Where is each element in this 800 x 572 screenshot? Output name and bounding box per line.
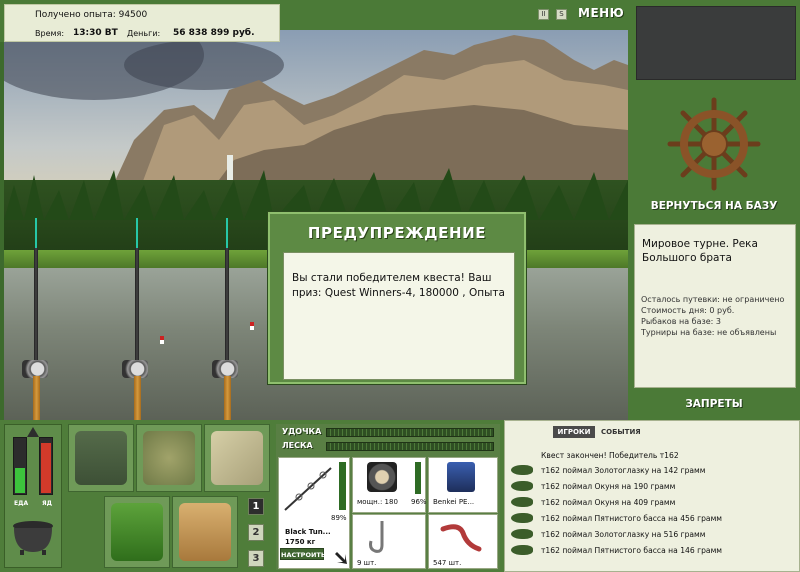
stat-line: Рыбаков на базе: 3 [641, 317, 721, 326]
line-name: Benkei PE... [433, 498, 475, 506]
page-button-1[interactable]: 1 [248, 498, 264, 515]
rod-name: Black Tun... [285, 528, 331, 536]
bait-slot[interactable]: 547 шт. [428, 514, 498, 569]
bait-count: 547 шт. [433, 559, 462, 567]
fishing-rod-icon [284, 467, 332, 511]
reel-icon [367, 462, 397, 492]
fishing-rod-1[interactable] [34, 248, 38, 378]
line-tension-bar [326, 442, 494, 451]
inventory-slot-sack[interactable] [136, 424, 202, 492]
money-label: Деньги: [127, 29, 161, 38]
food-label: ЕДА [14, 500, 29, 507]
rod-tip [226, 218, 228, 248]
hook-count: 9 шт. [357, 559, 377, 567]
chat-line: т162 поймал Пятнистого басса на 146 грам… [541, 546, 723, 555]
line-slot[interactable]: Benkei PE... [428, 457, 498, 513]
rod-handle-3 [224, 376, 231, 420]
reel-wear: 96% [411, 498, 427, 506]
back-to-base-button[interactable]: ВЕРНУТЬСЯ НА БАЗУ [634, 200, 794, 212]
rod-tip [35, 218, 37, 248]
location-name: Мировое турне. Река Большого брата [642, 238, 758, 264]
chat-line: т162 поймал Пятнистого басса на 456 грам… [541, 514, 723, 523]
sack-icon [143, 431, 195, 485]
worm-bait-icon [440, 524, 482, 552]
bobber-2[interactable] [250, 322, 254, 330]
food-gauge-fill [15, 467, 25, 493]
bans-button[interactable]: ЗАПРЕТЫ [634, 398, 794, 410]
warning-body: Вы стали победителем квеста! Ваш приз: Q… [283, 252, 515, 380]
bobber-1[interactable] [160, 336, 164, 344]
chat-line: т162 поймал Золотоглазку на 142 грамм [541, 466, 706, 475]
sound-icon[interactable]: S [556, 9, 567, 20]
ship-wheel-icon[interactable] [666, 96, 762, 192]
money-value: 56 838 899 руб. [173, 28, 255, 38]
tab-events[interactable]: СОБЫТИЯ [601, 426, 641, 438]
events-chat-panel: ИГРОКИ СОБЫТИЯ Квест закончен! Победител… [504, 420, 800, 572]
hook-slot[interactable]: 9 шт. [352, 514, 426, 569]
setup-button[interactable]: НАСТРОИТЬ [280, 548, 326, 560]
chat-line: т162 поймал Окуня на 190 грамм [541, 482, 676, 491]
warning-title: ПРЕДУПРЕЖДЕНИЕ [307, 224, 487, 242]
tackle-panel: УДОЧКА ЛЕСКА 89% Black Tun... 1750 кг мо… [276, 424, 500, 570]
rod-wear: 89% [331, 514, 347, 522]
fishing-rod-2[interactable] [135, 248, 139, 378]
reel-power: мощн.: 180 [357, 498, 398, 506]
arrow-down-right-icon [335, 552, 347, 564]
rod-wear-bar [339, 462, 346, 510]
fish-icon [511, 513, 533, 523]
location-info-panel: Мировое турне. Река Большого брата Остал… [634, 224, 796, 388]
inventory-slot-bucket[interactable] [172, 496, 238, 568]
time-label: Время: [35, 29, 65, 38]
time-value: 13:30 ВТ [73, 28, 118, 38]
poison-gauge-fill [41, 442, 51, 493]
stat-line: Осталось путевки: не ограничено [641, 295, 785, 304]
rod-handle-2 [134, 376, 141, 420]
menu-button[interactable]: МЕНЮ [578, 6, 624, 20]
warning-message: Вы стали победителем квеста! Ваш приз: Q… [292, 272, 505, 299]
hook-icon [369, 521, 384, 553]
inventory-slot-bag[interactable] [68, 424, 134, 492]
map-icon [211, 431, 263, 485]
fish-icon [511, 529, 533, 539]
fish-icon [511, 481, 533, 491]
reel-wear-bar [415, 462, 421, 494]
chat-line: т162 поймал Окуня на 409 грамм [541, 498, 676, 507]
pause-icon[interactable]: II [538, 9, 549, 20]
rod-bar-label: УДОЧКА [282, 427, 322, 436]
arrow-up-icon [27, 427, 39, 437]
page-button-3[interactable]: 3 [248, 550, 264, 567]
fish-icon [511, 497, 533, 507]
minimap-screen [636, 6, 796, 80]
line-spool-icon [447, 462, 475, 492]
rod-tension-bar [326, 428, 494, 437]
rod-tip [136, 218, 138, 248]
bucket-icon [179, 503, 231, 561]
poison-label: ЯД [42, 500, 52, 507]
cauldron-icon[interactable] [10, 516, 56, 556]
rod-capacity: 1750 кг [285, 538, 316, 546]
line-bar-label: ЛЕСКА [282, 441, 313, 450]
food-gauge [13, 437, 27, 495]
stat-line: Турниры на базе: не объявлены [641, 328, 777, 337]
tab-players[interactable]: ИГРОКИ [553, 426, 595, 438]
tree-line [4, 168, 628, 220]
chat-header-line: Квест закончен! Победитель т162 [541, 451, 679, 460]
rod-handle-1 [33, 376, 40, 420]
chat-line: т162 поймал Золотоглазку на 516 грамм [541, 530, 706, 539]
bag-icon [75, 431, 127, 485]
player-stats-panel: Получено опыта: 94500 Время: 13:30 ВТ Де… [4, 4, 280, 42]
poison-gauge [39, 437, 53, 495]
experience-text: Получено опыта: 94500 [35, 10, 148, 20]
stat-line: Стоимость дня: 0 руб. [641, 306, 735, 315]
fish-icon [511, 465, 533, 475]
inventory-slot-food[interactable] [104, 496, 170, 568]
page-button-2[interactable]: 2 [248, 524, 264, 541]
fish-icon [511, 545, 533, 555]
warning-dialog: ПРЕДУПРЕЖДЕНИЕ Вы стали победителем квес… [268, 212, 526, 384]
food-basket-icon [111, 503, 163, 561]
inventory-slot-map[interactable] [204, 424, 270, 492]
fishing-rod-3[interactable] [225, 248, 229, 378]
reel-slot[interactable]: мощн.: 180 96% [352, 457, 427, 513]
